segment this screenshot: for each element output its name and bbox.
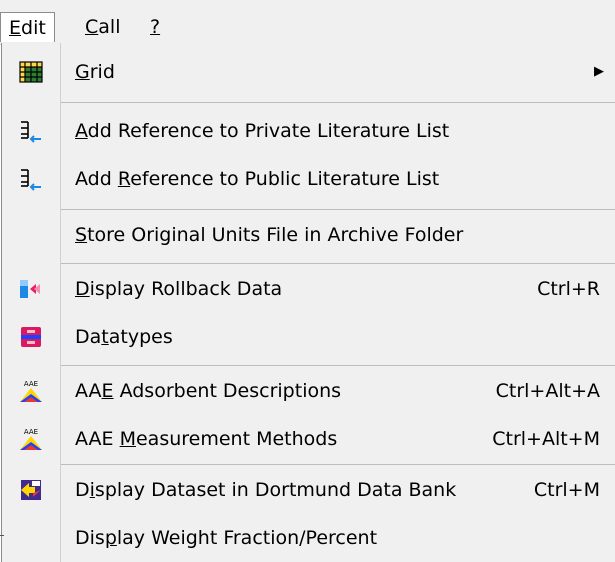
datatypes-icon	[18, 324, 44, 350]
menu-item-dortmund-databank-label: Display Dataset in Dortmund Data Bank	[75, 479, 457, 501]
menu-item-datatypes[interactable]: Datatypes	[2, 315, 615, 359]
menu-edit-label-post: dit	[21, 17, 46, 39]
menu-item-store-original-units-label: Store Original Units File in Archive Fol…	[75, 224, 464, 246]
menu-item-add-private-reference-label: Add Reference to Private Literature List	[75, 120, 450, 142]
menu-help-label-mnemonic: ?	[150, 16, 161, 38]
menu-item-aae-measurement-label: AAE Measurement Methods	[75, 428, 338, 450]
menu-edit[interactable]: Edit	[0, 12, 55, 42]
window-edge-tick	[0, 535, 4, 536]
shortcut-label: Ctrl+Alt+M	[492, 428, 600, 450]
menu-item-add-public-reference-label: Add Reference to Public Literature List	[75, 168, 440, 190]
menu-item-grid-label: Grid	[75, 61, 115, 83]
menu-item-weight-fraction[interactable]: Display Weight Fraction/Percent	[2, 516, 615, 560]
menu-separator	[61, 464, 615, 465]
menu-separator	[61, 102, 615, 103]
shortcut-label: Ctrl+Alt+A	[495, 380, 600, 402]
menu-separator	[61, 263, 615, 264]
menu-item-datatypes-label: Datatypes	[75, 326, 173, 348]
menu-call-label-mnemonic: C	[85, 16, 99, 38]
add-reference-icon	[18, 118, 44, 144]
menu-item-store-original-units[interactable]: Store Original Units File in Archive Fol…	[2, 213, 615, 257]
shortcut-label: Ctrl+M	[533, 479, 600, 501]
add-reference-icon	[18, 166, 44, 192]
aae-icon: AAE	[18, 426, 44, 452]
menu-separator	[61, 209, 615, 210]
menu-help[interactable]: ?	[142, 12, 168, 42]
submenu-arrow-icon: ▶	[594, 64, 604, 79]
edit-dropdown-menu: Grid ▶ Add Reference to Private Literatu…	[1, 43, 615, 562]
menu-edit-label-mnemonic: E	[9, 17, 22, 39]
menu-call[interactable]: Call	[77, 12, 128, 42]
menu-item-aae-adsorbent-label: AAE Adsorbent Descriptions	[75, 380, 342, 402]
menu-bar: Edit Call ?	[0, 0, 615, 45]
menu-item-dortmund-databank[interactable]: Display Dataset in Dortmund Data Bank Ct…	[2, 468, 615, 512]
menu-item-add-public-reference[interactable]: Add Reference to Public Literature List	[2, 157, 615, 201]
menu-item-weight-fraction-label: Display Weight Fraction/Percent	[75, 527, 378, 549]
menu-item-add-private-reference[interactable]: Add Reference to Private Literature List	[2, 109, 615, 153]
shortcut-label: Ctrl+R	[537, 278, 600, 300]
menu-item-grid[interactable]: Grid ▶	[2, 50, 615, 94]
svg-text:AAE: AAE	[24, 428, 38, 436]
menu-item-display-rollback[interactable]: Display Rollback Data Ctrl+R	[2, 267, 615, 311]
menu-call-label-post: all	[98, 16, 121, 38]
rollback-icon	[18, 276, 44, 302]
dortmund-icon	[18, 477, 44, 503]
grid-icon	[18, 59, 44, 85]
menu-item-aae-adsorbent[interactable]: AAE AAE Adsorbent Descriptions Ctrl+Alt+…	[2, 369, 615, 413]
menu-item-aae-measurement[interactable]: AAE AAE Measurement Methods Ctrl+Alt+M	[2, 417, 615, 461]
menu-separator	[61, 365, 615, 366]
aae-icon: AAE	[18, 378, 44, 404]
svg-text:AAE: AAE	[24, 380, 38, 388]
menu-item-display-rollback-label: Display Rollback Data	[75, 278, 283, 300]
